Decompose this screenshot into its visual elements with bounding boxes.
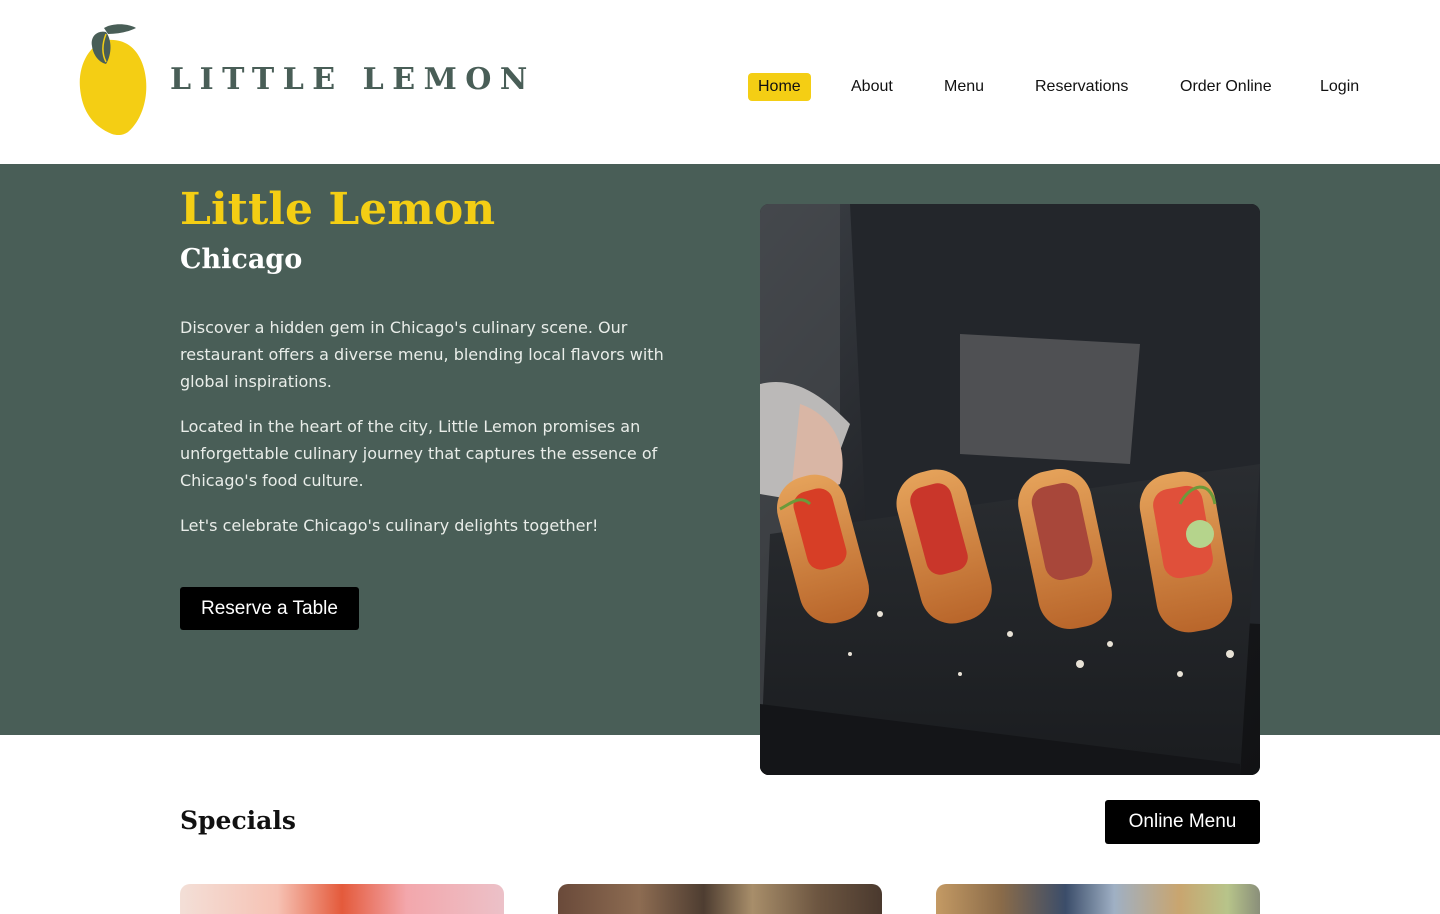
- hero-title: Little Lemon: [180, 184, 496, 235]
- hero-description: Discover a hidden gem in Chicago's culin…: [180, 314, 690, 557]
- hero-image: [760, 204, 1260, 775]
- nav-item-login[interactable]: Login: [1310, 73, 1369, 101]
- bruschetta-photo-icon: [760, 204, 1260, 775]
- online-menu-button[interactable]: Online Menu: [1105, 800, 1260, 844]
- hero-paragraph: Discover a hidden gem in Chicago's culin…: [180, 318, 664, 391]
- special-card-bruschetta-image[interactable]: [558, 884, 882, 914]
- specials-title: Specials: [180, 806, 296, 835]
- brand-wordmark: LITTLE LEMON: [170, 62, 536, 97]
- nav-item-about[interactable]: About: [841, 73, 903, 101]
- hero-subtitle: Chicago: [180, 244, 303, 275]
- special-card-lemon-dessert-image[interactable]: [936, 884, 1260, 914]
- special-card-greek-salad-image[interactable]: [180, 884, 504, 914]
- site-header: LITTLE LEMON Home About Menu Reservation…: [0, 0, 1440, 164]
- logo-link[interactable]: LITTLE LEMON: [78, 22, 527, 138]
- hero-paragraph: Located in the heart of the city, Little…: [180, 417, 658, 490]
- nav-item-reservations[interactable]: Reservations: [1025, 73, 1138, 101]
- nav-item-order-online[interactable]: Order Online: [1170, 73, 1282, 101]
- nav-item-menu[interactable]: Menu: [934, 73, 994, 101]
- lemon-logo-icon: [79, 24, 147, 136]
- hero-paragraph: Let's celebrate Chicago's culinary delig…: [180, 516, 599, 535]
- reserve-table-button[interactable]: Reserve a Table: [180, 587, 359, 630]
- nav-item-home[interactable]: Home: [748, 73, 811, 101]
